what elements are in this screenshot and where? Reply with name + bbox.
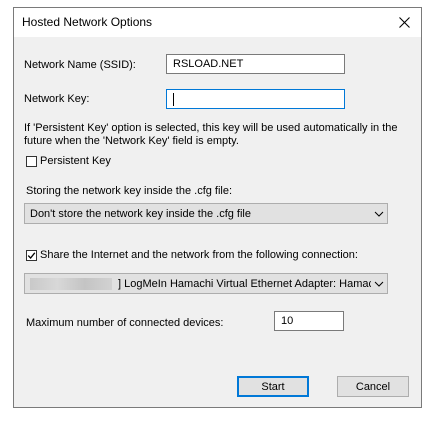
start-button[interactable]: Start <box>237 376 309 397</box>
title-bar: Hosted Network Options <box>14 8 421 37</box>
network-key-input[interactable] <box>166 89 345 109</box>
text-caret <box>173 93 174 106</box>
dialog-title: Hosted Network Options <box>22 15 153 29</box>
storage-label: Storing the network key inside the .cfg … <box>26 185 233 197</box>
share-checkbox[interactable] <box>26 249 37 261</box>
close-button[interactable] <box>387 8 421 37</box>
redacted-adapter-name <box>30 277 112 290</box>
persistent-key-label: Persistent Key <box>40 155 111 167</box>
hosted-network-options-dialog: Hosted Network Options Network Name (SSI… <box>13 7 422 408</box>
chevron-down-icon <box>371 274 387 293</box>
cancel-button[interactable]: Cancel <box>337 376 409 397</box>
max-devices-label: Maximum number of connected devices: <box>26 317 224 329</box>
chevron-down-icon <box>371 204 387 223</box>
ssid-input[interactable] <box>166 54 345 74</box>
persistent-info-line1: If 'Persistent Key' option is selected, … <box>24 122 398 134</box>
persistent-key-checkbox-row[interactable]: Persistent Key <box>26 155 111 167</box>
share-checkbox-row[interactable]: Share the Internet and the network from … <box>26 249 358 261</box>
connection-selected: ] LogMeIn Hamachi Virtual Ethernet Adapt… <box>118 277 371 290</box>
storage-dropdown[interactable]: Don't store the network key inside the .… <box>24 203 388 224</box>
network-key-label: Network Key: <box>24 93 90 105</box>
ssid-label: Network Name (SSID): <box>24 59 136 71</box>
storage-selected: Don't store the network key inside the .… <box>30 207 251 220</box>
share-label: Share the Internet and the network from … <box>40 249 358 261</box>
persistent-key-checkbox[interactable] <box>26 155 37 167</box>
connection-dropdown[interactable]: ] LogMeIn Hamachi Virtual Ethernet Adapt… <box>24 273 388 294</box>
checkmark-icon <box>27 251 36 259</box>
close-icon <box>398 17 410 28</box>
max-devices-input[interactable] <box>274 311 344 331</box>
persistent-info-line2: future when the 'Network Key' field is e… <box>24 135 239 147</box>
